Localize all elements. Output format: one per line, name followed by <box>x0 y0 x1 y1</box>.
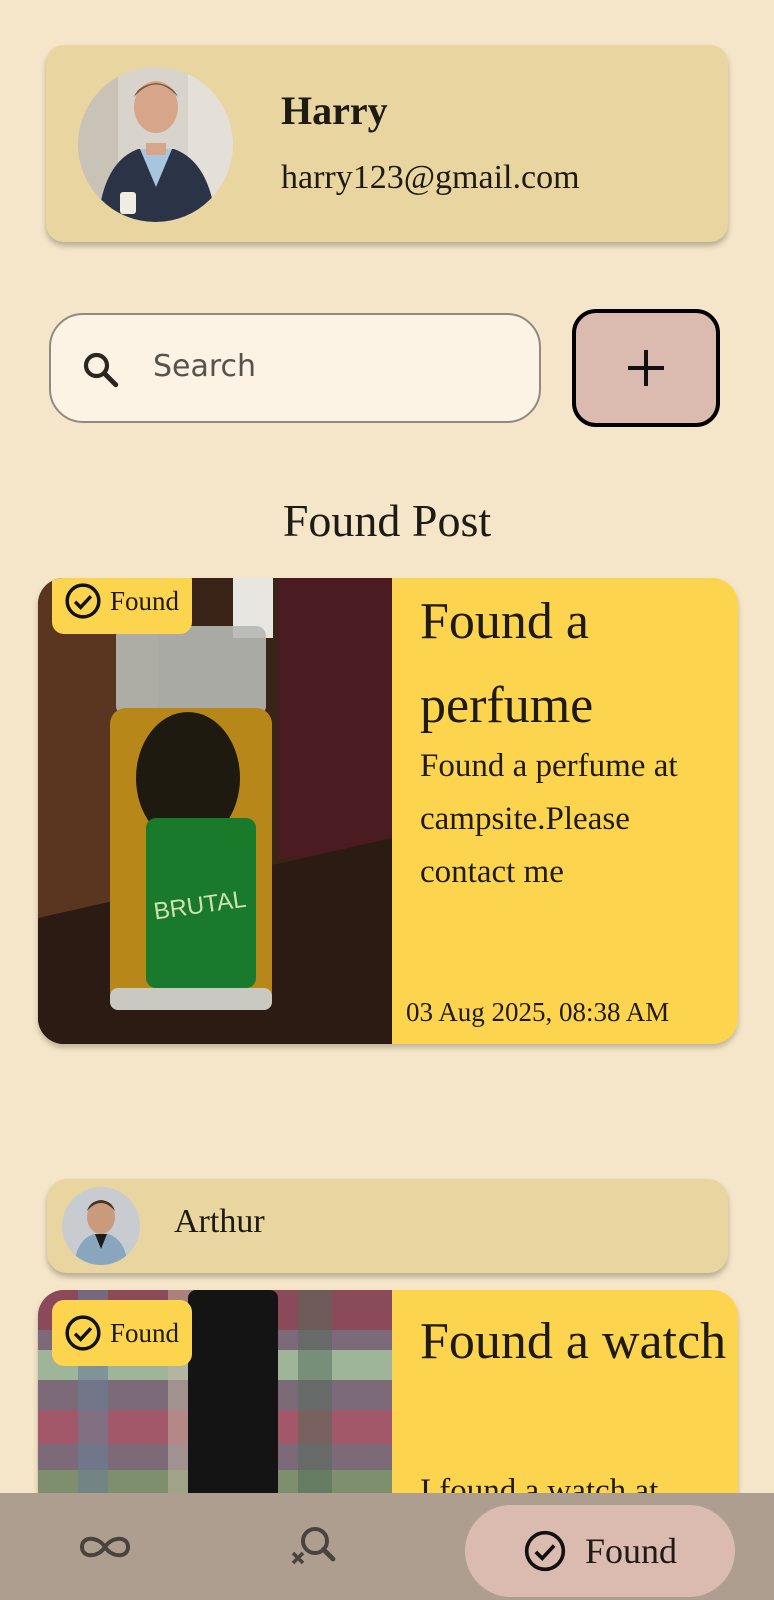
search-placeholder: Search <box>153 349 257 384</box>
page-title: Found Post <box>282 495 492 546</box>
plus-icon <box>628 350 664 386</box>
post-card[interactable]: BRUTAL Found Found a perfume Found a per… <box>38 578 738 1044</box>
post-date: 03 Aug 2025, 08:38 AM <box>406 997 670 1027</box>
status-badge: Found <box>52 578 192 634</box>
profile-name: Harry <box>281 88 388 133</box>
post-title: Found a perfume <box>420 593 594 734</box>
post-image: BRUTAL Found <box>38 578 392 1044</box>
search-icon <box>83 352 119 388</box>
avatar <box>62 1187 140 1265</box>
post-author-bar[interactable]: Arthur <box>47 1179 728 1273</box>
search-off-icon <box>291 1526 336 1564</box>
search-input[interactable]: Search <box>49 313 541 423</box>
nav-item-found[interactable]: Found <box>465 1505 735 1597</box>
check-circle-icon <box>65 1315 101 1351</box>
nav-item-all[interactable] <box>60 1493 150 1600</box>
bottom-nav: Found <box>0 1493 774 1600</box>
avatar <box>78 67 233 222</box>
post-author-name: Arthur <box>174 1203 265 1240</box>
post-title: Found a watch <box>420 1313 727 1370</box>
status-badge-label: Found <box>110 1317 180 1348</box>
post-description: Found a perfume at campsite.Please conta… <box>420 748 678 890</box>
add-post-button[interactable] <box>572 309 720 427</box>
status-badge: Found <box>52 1300 192 1366</box>
nav-item-found-label: Found <box>584 1531 678 1571</box>
check-circle-icon <box>524 1530 566 1572</box>
profile-card[interactable]: Harry harry123@gmail.com <box>46 45 728 242</box>
infinity-icon <box>79 1536 131 1557</box>
check-circle-icon <box>65 583 101 619</box>
profile-email: harry123@gmail.com <box>281 159 580 196</box>
nav-item-lost[interactable] <box>268 1493 358 1600</box>
status-badge-label: Found <box>110 585 180 616</box>
post-body: Found a perfume Found a perfume at camps… <box>392 578 738 1044</box>
